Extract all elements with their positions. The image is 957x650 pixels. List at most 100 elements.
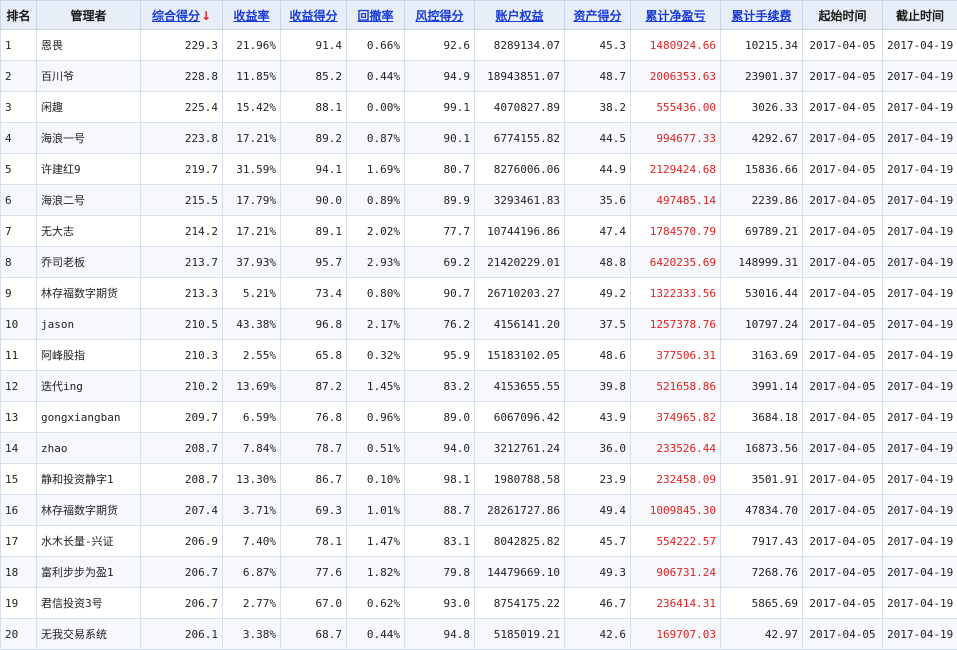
cell-drawdown: 1.45% <box>347 371 405 402</box>
cell-return-score: 90.0 <box>281 185 347 216</box>
cell-asset-score: 45.3 <box>565 30 631 61</box>
cell-manager: 富利步步为盈1 <box>37 557 141 588</box>
cell-net-profit: 232458.09 <box>631 464 721 495</box>
cell-manager: 许建红9 <box>37 154 141 185</box>
column-header-return-rate[interactable]: 收益率 <box>223 1 281 30</box>
cell-return-score: 78.1 <box>281 526 347 557</box>
column-header-manager: 管理者 <box>37 1 141 30</box>
cell-risk-score: 90.1 <box>405 123 475 154</box>
cell-end: 2017-04-19 <box>883 464 957 495</box>
cell-asset-score: 45.7 <box>565 526 631 557</box>
cell-return-rate: 7.40% <box>223 526 281 557</box>
cell-drawdown: 0.62% <box>347 588 405 619</box>
column-header-label: 风控得分 <box>415 9 463 23</box>
cell-return-score: 89.1 <box>281 216 347 247</box>
cell-score: 209.7 <box>141 402 223 433</box>
cell-risk-score: 80.7 <box>405 154 475 185</box>
column-header-label: 回撤率 <box>357 9 393 23</box>
cell-score: 223.8 <box>141 123 223 154</box>
cell-equity: 26710203.27 <box>475 278 565 309</box>
cell-fees: 7268.76 <box>721 557 803 588</box>
cell-manager: 水木长量-兴证 <box>37 526 141 557</box>
cell-net-profit: 994677.33 <box>631 123 721 154</box>
cell-net-profit: 6420235.69 <box>631 247 721 278</box>
cell-fees: 4292.67 <box>721 123 803 154</box>
cell-end: 2017-04-19 <box>883 340 957 371</box>
cell-net-profit: 555436.00 <box>631 92 721 123</box>
column-header-fees[interactable]: 累计手续费 <box>721 1 803 30</box>
cell-equity: 4156141.20 <box>475 309 565 340</box>
cell-asset-score: 48.8 <box>565 247 631 278</box>
cell-start: 2017-04-05 <box>803 309 883 340</box>
column-header-asset-score[interactable]: 资产得分 <box>565 1 631 30</box>
table-row: 5许建红9219.731.59%94.11.69%80.78276006.064… <box>1 154 957 185</box>
table-row: 17水木长量-兴证206.97.40%78.11.47%83.18042825.… <box>1 526 957 557</box>
cell-rank: 9 <box>1 278 37 309</box>
cell-fees: 10215.34 <box>721 30 803 61</box>
cell-fees: 148999.31 <box>721 247 803 278</box>
cell-asset-score: 37.5 <box>565 309 631 340</box>
table-row: 4海浪一号223.817.21%89.20.87%90.16774155.824… <box>1 123 957 154</box>
cell-score: 208.7 <box>141 464 223 495</box>
cell-return-score: 78.7 <box>281 433 347 464</box>
cell-net-profit: 1784570.79 <box>631 216 721 247</box>
cell-score: 210.2 <box>141 371 223 402</box>
column-header-return-score[interactable]: 收益得分 <box>281 1 347 30</box>
cell-score: 215.5 <box>141 185 223 216</box>
cell-start: 2017-04-05 <box>803 92 883 123</box>
cell-manager: gongxiangban <box>37 402 141 433</box>
table-row: 13gongxiangban209.76.59%76.80.96%89.0606… <box>1 402 957 433</box>
cell-manager: jason <box>37 309 141 340</box>
cell-manager: zhao <box>37 433 141 464</box>
cell-net-profit: 1009845.30 <box>631 495 721 526</box>
cell-risk-score: 94.0 <box>405 433 475 464</box>
column-header-label: 收益率 <box>233 9 269 23</box>
cell-manager: 海浪一号 <box>37 123 141 154</box>
table-row: 15静和投资静字1208.713.30%86.70.10%98.11980788… <box>1 464 957 495</box>
cell-rank: 12 <box>1 371 37 402</box>
cell-risk-score: 89.9 <box>405 185 475 216</box>
cell-manager: 林存福数字期货 <box>37 278 141 309</box>
cell-return-rate: 17.21% <box>223 216 281 247</box>
cell-fees: 3163.69 <box>721 340 803 371</box>
cell-fees: 69789.21 <box>721 216 803 247</box>
cell-score: 214.2 <box>141 216 223 247</box>
column-header-drawdown[interactable]: 回撤率 <box>347 1 405 30</box>
table-row: 2百川爷228.811.85%85.20.44%94.918943851.074… <box>1 61 957 92</box>
cell-asset-score: 36.0 <box>565 433 631 464</box>
column-header-risk-score[interactable]: 风控得分 <box>405 1 475 30</box>
cell-score: 206.7 <box>141 557 223 588</box>
cell-return-rate: 31.59% <box>223 154 281 185</box>
cell-risk-score: 94.9 <box>405 61 475 92</box>
cell-drawdown: 0.96% <box>347 402 405 433</box>
cell-start: 2017-04-05 <box>803 123 883 154</box>
cell-drawdown: 2.17% <box>347 309 405 340</box>
cell-asset-score: 35.6 <box>565 185 631 216</box>
column-header-rank: 排名 <box>1 1 37 30</box>
cell-rank: 4 <box>1 123 37 154</box>
cell-start: 2017-04-05 <box>803 371 883 402</box>
cell-equity: 8289134.07 <box>475 30 565 61</box>
column-header-label: 收益得分 <box>289 9 337 23</box>
cell-return-rate: 21.96% <box>223 30 281 61</box>
cell-asset-score: 44.5 <box>565 123 631 154</box>
cell-equity: 4153655.55 <box>475 371 565 402</box>
cell-score: 229.3 <box>141 30 223 61</box>
column-header-net-profit[interactable]: 累计净盈亏 <box>631 1 721 30</box>
cell-return-rate: 17.79% <box>223 185 281 216</box>
cell-net-profit: 236414.31 <box>631 588 721 619</box>
cell-fees: 5865.69 <box>721 588 803 619</box>
cell-end: 2017-04-19 <box>883 588 957 619</box>
column-header-score[interactable]: 综合得分↓ <box>141 1 223 30</box>
table-row: 11阿峰股指210.32.55%65.80.32%95.915183102.05… <box>1 340 957 371</box>
cell-asset-score: 44.9 <box>565 154 631 185</box>
cell-manager: 静和投资静字1 <box>37 464 141 495</box>
sort-desc-icon[interactable]: ↓ <box>201 9 211 23</box>
cell-end: 2017-04-19 <box>883 92 957 123</box>
column-header-equity[interactable]: 账户权益 <box>475 1 565 30</box>
cell-net-profit: 377506.31 <box>631 340 721 371</box>
cell-asset-score: 39.8 <box>565 371 631 402</box>
cell-drawdown: 1.82% <box>347 557 405 588</box>
cell-drawdown: 0.66% <box>347 30 405 61</box>
cell-net-profit: 233526.44 <box>631 433 721 464</box>
